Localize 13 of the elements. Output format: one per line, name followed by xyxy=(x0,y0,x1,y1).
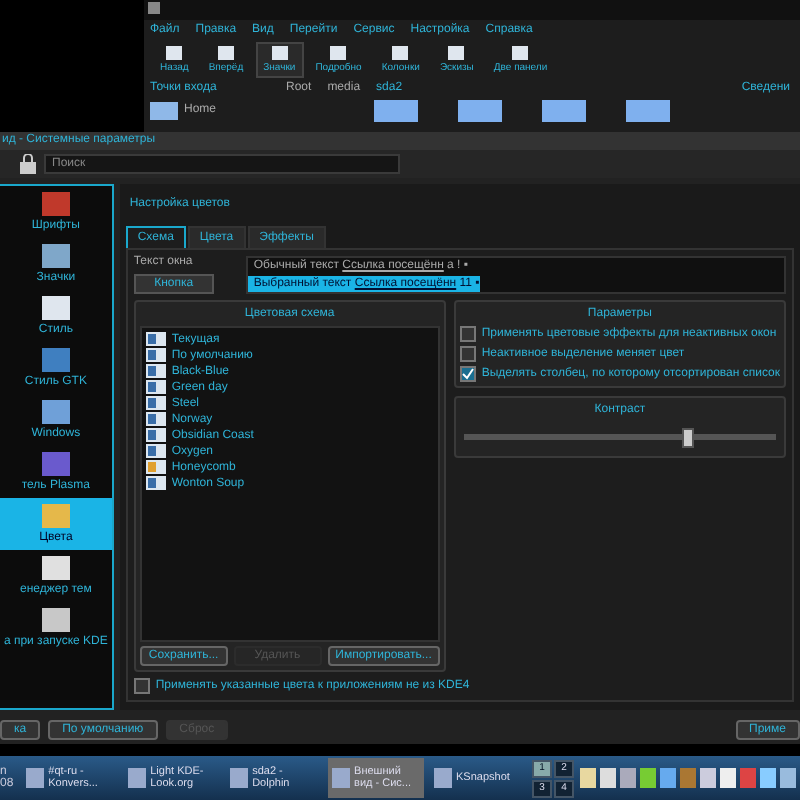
checkbox[interactable] xyxy=(133,678,150,694)
checkbox[interactable] xyxy=(459,366,476,382)
slider-handle[interactable] xyxy=(682,428,695,448)
lock-icon xyxy=(20,154,36,174)
folder-icon xyxy=(458,98,502,122)
folder-icon xyxy=(542,98,586,122)
checkbox[interactable] xyxy=(459,346,476,362)
checkbox[interactable] xyxy=(459,326,476,342)
folder-icon xyxy=(626,98,670,122)
window-icon xyxy=(148,2,160,14)
system-tray-icons[interactable] xyxy=(579,766,800,790)
folder-icon xyxy=(150,100,178,120)
folder-icon xyxy=(374,98,418,122)
